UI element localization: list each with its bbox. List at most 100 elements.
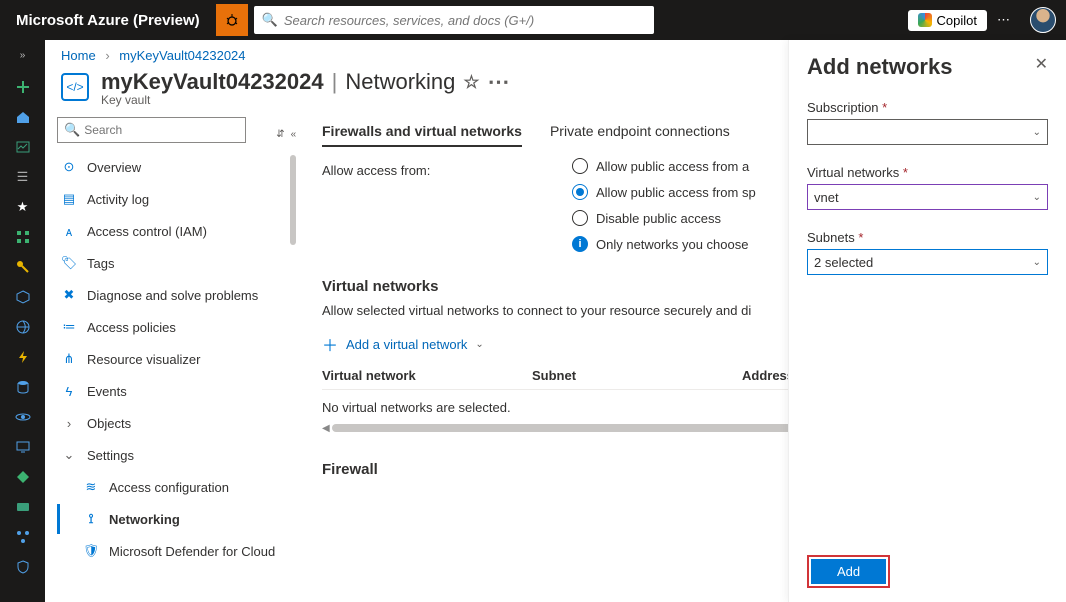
sidebar-item-networking[interactable]: ⟟ Networking bbox=[57, 503, 300, 535]
sidebar-item-settings[interactable]: ⌄ Settings bbox=[57, 439, 300, 471]
sidebar-item-label: Settings bbox=[87, 448, 134, 463]
page-more-icon[interactable]: ⋯ bbox=[488, 69, 511, 95]
radio-label: Allow public access from sp bbox=[596, 185, 756, 200]
nodes-icon[interactable] bbox=[15, 529, 31, 545]
sidebar-item-label: Access configuration bbox=[109, 480, 229, 495]
sidebar-item-label: Objects bbox=[87, 416, 131, 431]
menu-icon: ϟ bbox=[61, 384, 77, 399]
shield-icon[interactable] bbox=[15, 559, 31, 575]
copilot-button[interactable]: Copilot bbox=[908, 10, 987, 31]
sidebar-item-label: Resource visualizer bbox=[87, 352, 200, 367]
sort-icon[interactable]: ⇵ bbox=[276, 129, 284, 140]
menu-icon: ⟟ bbox=[83, 511, 99, 527]
copilot-icon bbox=[918, 13, 932, 27]
card-icon[interactable] bbox=[15, 499, 31, 515]
monitor-icon[interactable] bbox=[15, 439, 31, 455]
search-icon: 🔍 bbox=[262, 12, 278, 28]
close-icon[interactable]: ✕ bbox=[1035, 54, 1048, 74]
chevron-right-icon: › bbox=[105, 48, 109, 63]
chevron-down-icon: ⌄ bbox=[61, 447, 77, 463]
select-value: 2 selected bbox=[814, 255, 873, 270]
sidebar-item-diagnose[interactable]: ✖ Diagnose and solve problems bbox=[57, 279, 300, 311]
bolt-icon[interactable] bbox=[15, 349, 31, 365]
sidebar-item-label: Networking bbox=[109, 512, 180, 527]
sidebar-item-label: Microsoft Defender for Cloud bbox=[109, 544, 275, 559]
plus-icon[interactable] bbox=[15, 79, 31, 95]
sidebar-item-tags[interactable]: 🏷 Tags bbox=[57, 247, 300, 279]
tab-firewalls[interactable]: Firewalls and virtual networks bbox=[322, 123, 522, 147]
favorite-star-icon[interactable]: ☆ bbox=[463, 72, 479, 93]
nav-rail: » ☰ ★ bbox=[0, 40, 45, 602]
subscription-select[interactable]: ⌄ bbox=[807, 119, 1048, 145]
sidebar-item-access-policies[interactable]: ≔Access policies bbox=[57, 311, 300, 343]
add-button[interactable]: Add bbox=[811, 559, 886, 584]
chevron-down-icon: ⌄ bbox=[1033, 192, 1041, 203]
menu-icon: 🛡 bbox=[83, 543, 99, 559]
sidebar-item-objects[interactable]: › Objects bbox=[57, 407, 300, 439]
add-networks-panel: Add networks ✕ Subscription * ⌄ Virtual … bbox=[788, 40, 1066, 602]
list-icon[interactable]: ☰ bbox=[17, 169, 29, 185]
menu-icon: ⊙ bbox=[61, 159, 77, 175]
keyvault-icon: </> bbox=[61, 73, 89, 101]
collapse-icon[interactable]: « bbox=[291, 129, 297, 140]
radio-icon bbox=[572, 210, 588, 226]
menu-icon: ≔ bbox=[61, 319, 77, 335]
subnet-select[interactable]: 2 selected ⌄ bbox=[807, 249, 1048, 275]
expand-rail-icon[interactable]: » bbox=[20, 50, 26, 65]
globe-icon[interactable] bbox=[15, 319, 31, 335]
bug-icon[interactable] bbox=[216, 4, 248, 36]
avatar[interactable] bbox=[1030, 7, 1056, 33]
search-icon: 🔍 bbox=[64, 122, 80, 138]
menu-icon: 🏷 bbox=[61, 255, 77, 271]
select-value: vnet bbox=[814, 190, 839, 205]
crumb-home[interactable]: Home bbox=[61, 48, 96, 63]
grid-icon[interactable] bbox=[15, 229, 31, 245]
sidebar-item-overview[interactable]: ⊙ Overview bbox=[57, 151, 300, 183]
menu-icon: ᴀ bbox=[61, 224, 77, 239]
field-label-vnets: Virtual networks * bbox=[807, 165, 1048, 180]
dashboard-icon[interactable] bbox=[15, 139, 31, 155]
field-label-subnets: Subnets * bbox=[807, 230, 1048, 245]
star-icon[interactable]: ★ bbox=[17, 199, 29, 215]
home-icon[interactable] bbox=[15, 109, 31, 125]
sidebar-item-resource-visualizer[interactable]: ⋔ Resource visualizer bbox=[57, 343, 300, 375]
more-icon[interactable]: ⋯ bbox=[997, 12, 1010, 28]
menu-icon: ✖ bbox=[61, 287, 77, 303]
menu-icon: ⋔ bbox=[61, 351, 77, 367]
add-vnet-label: Add a virtual network bbox=[346, 337, 467, 352]
vnet-select[interactable]: vnet ⌄ bbox=[807, 184, 1048, 210]
sidebar-item-label: Activity log bbox=[87, 192, 149, 207]
chevron-down-icon: ⌄ bbox=[1033, 127, 1041, 138]
chevron-down-icon: ⌄ bbox=[475, 339, 483, 350]
diamond-icon[interactable] bbox=[15, 469, 31, 485]
cube-icon[interactable] bbox=[15, 289, 31, 305]
sidebar-item-label: Overview bbox=[87, 160, 141, 175]
scrollbar[interactable] bbox=[290, 155, 296, 245]
sidebar-item-defender[interactable]: 🛡 Microsoft Defender for Cloud bbox=[57, 535, 300, 567]
info-icon: i bbox=[572, 236, 588, 252]
menu-search-input[interactable] bbox=[84, 123, 239, 137]
copilot-label: Copilot bbox=[937, 13, 977, 28]
brand: Microsoft Azure (Preview) bbox=[0, 12, 216, 29]
field-label-subscription: Subscription * bbox=[807, 100, 1048, 115]
sidebar-item-activity-log[interactable]: ▤Activity log bbox=[57, 183, 300, 215]
crumb-resource[interactable]: myKeyVault04232024 bbox=[119, 48, 245, 63]
sidebar-item-events[interactable]: ϟ Events bbox=[57, 375, 300, 407]
global-search[interactable]: 🔍 bbox=[254, 6, 654, 34]
orbit-icon[interactable] bbox=[15, 409, 31, 425]
menu-icon: ≋ bbox=[83, 479, 99, 495]
chevron-down-icon: ⌄ bbox=[1033, 257, 1041, 268]
plus-icon: ＋ bbox=[322, 332, 338, 356]
sidebar-item-label: Access control (IAM) bbox=[87, 224, 207, 239]
sidebar-item-label: Tags bbox=[87, 256, 114, 271]
tab-private-endpoints[interactable]: Private endpoint connections bbox=[550, 123, 730, 147]
page-subtitle: Key vault bbox=[101, 93, 511, 107]
sidebar-item-label: Events bbox=[87, 384, 127, 399]
global-search-input[interactable] bbox=[284, 13, 646, 28]
sidebar-item-iam[interactable]: ᴀ Access control (IAM) bbox=[57, 215, 300, 247]
key-icon[interactable] bbox=[15, 259, 31, 275]
chevron-right-icon: › bbox=[61, 416, 77, 431]
sidebar-item-access-config[interactable]: ≋ Access configuration bbox=[57, 471, 300, 503]
sidebar-item-label: Diagnose and solve problems bbox=[87, 288, 258, 303]
sql-icon[interactable] bbox=[15, 379, 31, 395]
